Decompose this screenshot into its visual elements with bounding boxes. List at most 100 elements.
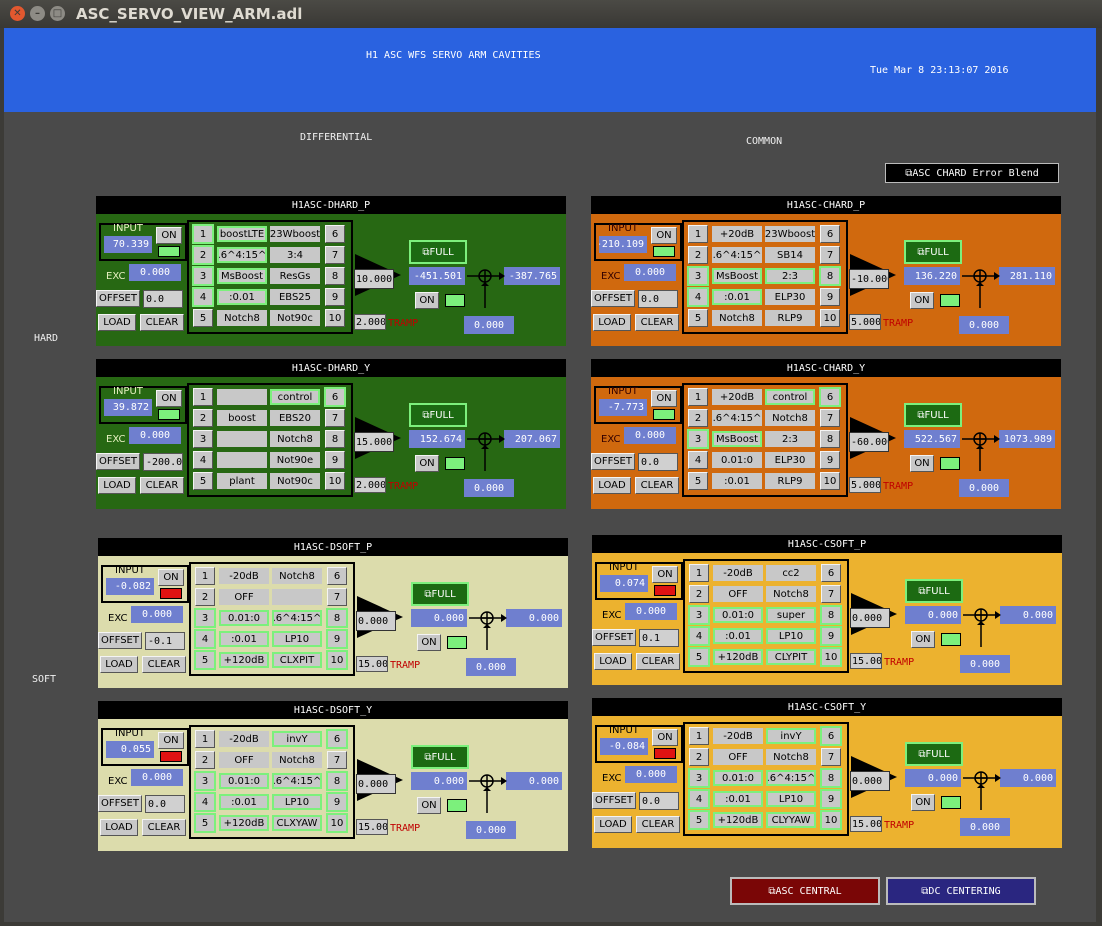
filter-button-1[interactable]: 1 bbox=[689, 564, 709, 582]
offset-button[interactable]: OFFSET bbox=[591, 290, 635, 307]
clear-button[interactable]: CLEAR bbox=[142, 819, 186, 836]
filter-button-10[interactable]: 10 bbox=[820, 810, 842, 830]
load-button[interactable]: LOAD bbox=[593, 477, 631, 494]
filter-button-3[interactable]: 3 bbox=[688, 768, 710, 788]
filter-button-3[interactable]: 3 bbox=[192, 266, 214, 286]
full-button[interactable]: ⧉FULL bbox=[409, 240, 467, 264]
filter-button-1[interactable]: 1 bbox=[688, 225, 708, 243]
filter-button-3[interactable]: 3 bbox=[194, 608, 216, 628]
filter-button-8[interactable]: 8 bbox=[819, 266, 841, 286]
tramp-field[interactable]: 2.000 bbox=[354, 477, 386, 493]
gain-field[interactable]: -60.000 bbox=[849, 432, 889, 452]
clear-button[interactable]: CLEAR bbox=[635, 314, 679, 331]
input-on-button[interactable]: ON bbox=[651, 227, 677, 244]
close-icon[interactable]: ✕ bbox=[10, 6, 25, 21]
filter-button-10[interactable]: 10 bbox=[325, 472, 345, 490]
filter-button-10[interactable]: 10 bbox=[820, 647, 842, 667]
gain-field[interactable]: -10.000 bbox=[849, 269, 889, 289]
full-button[interactable]: ⧉FULL bbox=[905, 742, 963, 766]
offset-button[interactable]: OFFSET bbox=[96, 453, 140, 470]
input-on-button[interactable]: ON bbox=[652, 566, 678, 583]
filter-button-2[interactable]: 2 bbox=[689, 585, 709, 603]
clear-button[interactable]: CLEAR bbox=[140, 314, 184, 331]
filter-button-1[interactable]: 1 bbox=[192, 224, 214, 244]
input-on-button[interactable]: ON bbox=[156, 227, 182, 244]
filter-button-5[interactable]: 5 bbox=[194, 813, 216, 833]
tramp-field[interactable]: 5.000 bbox=[849, 314, 881, 330]
offset-button[interactable]: OFFSET bbox=[592, 792, 636, 809]
filter-button-6[interactable]: 6 bbox=[325, 225, 345, 243]
filter-button-10[interactable]: 10 bbox=[820, 472, 840, 490]
output-on-button[interactable]: ON bbox=[415, 455, 439, 472]
load-button[interactable]: LOAD bbox=[98, 477, 136, 494]
full-button[interactable]: ⧉FULL bbox=[904, 403, 962, 427]
filter-button-6[interactable]: 6 bbox=[327, 567, 347, 585]
filter-button-7[interactable]: 7 bbox=[820, 246, 840, 264]
tramp-field[interactable]: 2.000 bbox=[354, 314, 386, 330]
clear-button[interactable]: CLEAR bbox=[140, 477, 184, 494]
offset-field[interactable]: 0.0 bbox=[639, 792, 679, 810]
filter-button-2[interactable]: 2 bbox=[688, 246, 708, 264]
filter-button-8[interactable]: 8 bbox=[820, 605, 842, 625]
filter-button-9[interactable]: 9 bbox=[820, 789, 842, 809]
filter-button-5[interactable]: 5 bbox=[688, 309, 708, 327]
filter-button-5[interactable]: 5 bbox=[688, 647, 710, 667]
filter-button-6[interactable]: 6 bbox=[820, 225, 840, 243]
offset-button[interactable]: OFFSET bbox=[591, 453, 635, 470]
offset-button[interactable]: OFFSET bbox=[98, 632, 142, 649]
asc-central-button[interactable]: ⧉ASC CENTRAL bbox=[730, 877, 880, 905]
filter-button-1[interactable]: 1 bbox=[195, 567, 215, 585]
filter-button-1[interactable]: 1 bbox=[688, 388, 708, 406]
tramp-field[interactable]: 15.000 bbox=[850, 653, 882, 669]
offset-field[interactable]: 0.0 bbox=[143, 290, 183, 308]
filter-button-3[interactable]: 3 bbox=[687, 266, 709, 286]
filter-button-8[interactable]: 8 bbox=[326, 771, 348, 791]
full-button[interactable]: ⧉FULL bbox=[411, 745, 469, 769]
offset-field[interactable]: 0.0 bbox=[145, 795, 185, 813]
filter-button-2[interactable]: 2 bbox=[195, 588, 215, 606]
output-on-button[interactable]: ON bbox=[911, 794, 935, 811]
full-button[interactable]: ⧉FULL bbox=[905, 579, 963, 603]
tramp-field[interactable]: 15.000 bbox=[356, 819, 388, 835]
load-button[interactable]: LOAD bbox=[100, 819, 138, 836]
full-button[interactable]: ⧉FULL bbox=[409, 403, 467, 427]
gain-field[interactable]: 0.000 bbox=[850, 771, 890, 791]
filter-button-2[interactable]: 2 bbox=[688, 409, 708, 427]
filter-button-9[interactable]: 9 bbox=[820, 288, 840, 306]
filter-button-9[interactable]: 9 bbox=[326, 792, 348, 812]
output-on-button[interactable]: ON bbox=[911, 631, 935, 648]
filter-button-7[interactable]: 7 bbox=[821, 748, 841, 766]
output-on-button[interactable]: ON bbox=[910, 292, 934, 309]
maximize-icon[interactable]: □ bbox=[50, 6, 65, 21]
filter-button-6[interactable]: 6 bbox=[326, 729, 348, 749]
filter-button-8[interactable]: 8 bbox=[820, 768, 842, 788]
filter-button-4[interactable]: 4 bbox=[194, 629, 216, 649]
filter-button-4[interactable]: 4 bbox=[192, 287, 214, 307]
tramp-field[interactable]: 15.000 bbox=[850, 816, 882, 832]
load-button[interactable]: LOAD bbox=[98, 314, 136, 331]
load-button[interactable]: LOAD bbox=[594, 653, 632, 670]
filter-button-9[interactable]: 9 bbox=[820, 451, 840, 469]
offset-button[interactable]: OFFSET bbox=[98, 795, 142, 812]
offset-field[interactable]: 0.1 bbox=[639, 629, 679, 647]
filter-button-5[interactable]: 5 bbox=[193, 472, 213, 490]
output-on-button[interactable]: ON bbox=[415, 292, 439, 309]
filter-button-9[interactable]: 9 bbox=[325, 288, 345, 306]
output-on-button[interactable]: ON bbox=[417, 634, 441, 651]
clear-button[interactable]: CLEAR bbox=[635, 477, 679, 494]
gain-field[interactable]: 0.000 bbox=[356, 611, 396, 631]
load-button[interactable]: LOAD bbox=[594, 816, 632, 833]
filter-button-4[interactable]: 4 bbox=[193, 451, 213, 469]
filter-button-7[interactable]: 7 bbox=[325, 246, 345, 264]
offset-field[interactable]: -200.0 bbox=[143, 453, 183, 471]
filter-button-8[interactable]: 8 bbox=[326, 608, 348, 628]
filter-button-2[interactable]: 2 bbox=[689, 748, 709, 766]
input-on-button[interactable]: ON bbox=[158, 569, 184, 586]
clear-button[interactable]: CLEAR bbox=[142, 656, 186, 673]
filter-button-8[interactable]: 8 bbox=[325, 430, 345, 448]
filter-button-1[interactable]: 1 bbox=[195, 730, 215, 748]
filter-button-9[interactable]: 9 bbox=[326, 629, 348, 649]
offset-button[interactable]: OFFSET bbox=[592, 629, 636, 646]
filter-button-1[interactable]: 1 bbox=[193, 388, 213, 406]
filter-button-10[interactable]: 10 bbox=[820, 309, 840, 327]
